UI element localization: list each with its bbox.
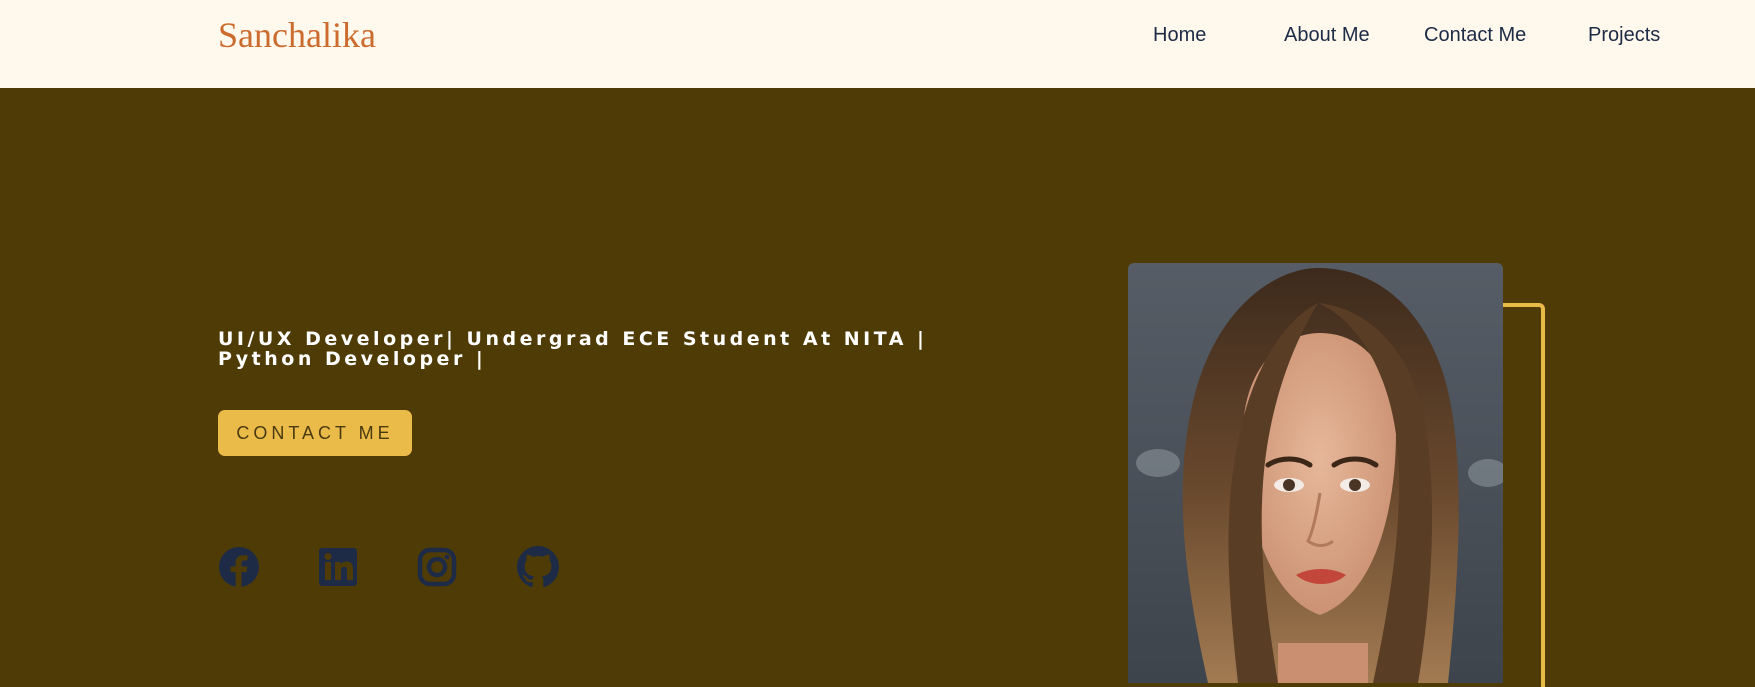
nav-link-projects[interactable]: Projects <box>1588 24 1660 47</box>
hero-tagline: UI/UX Developer| Undergrad ECE Student A… <box>218 328 928 370</box>
facebook-icon[interactable] <box>218 546 260 588</box>
site-logo[interactable]: Sanchalika <box>218 14 376 56</box>
nav-link-contact-me[interactable]: Contact Me <box>1424 24 1526 47</box>
nav-link-home[interactable]: Home <box>1153 24 1206 47</box>
instagram-icon[interactable] <box>416 546 458 588</box>
linkedin-icon[interactable] <box>317 546 359 588</box>
hero-section: UI/UX Developer| Undergrad ECE Student A… <box>0 88 1755 687</box>
github-icon[interactable] <box>517 546 559 588</box>
nav-link-about-me[interactable]: About Me <box>1284 24 1370 47</box>
contact-me-button[interactable]: CONTACT ME <box>218 410 412 456</box>
profile-photo <box>1128 263 1503 683</box>
navbar: Sanchalika Home About Me Contact Me Proj… <box>0 0 1755 88</box>
